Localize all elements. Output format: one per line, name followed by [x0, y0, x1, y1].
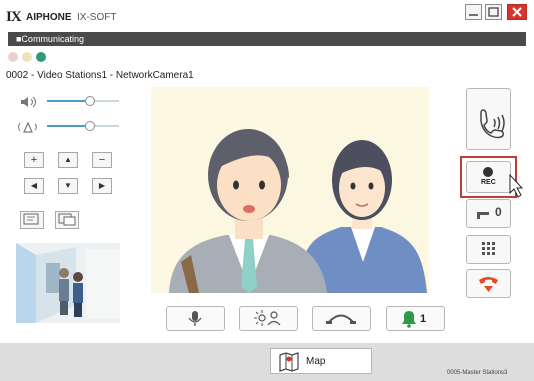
brand-name: AIPHONE — [26, 12, 72, 23]
snapshot-thumbnail[interactable] — [16, 243, 120, 323]
tilt-up-button[interactable]: ▲ — [58, 152, 78, 168]
close-button[interactable] — [507, 4, 527, 20]
door-release-label: 0 — [495, 205, 502, 219]
speaker-volume-icon — [20, 95, 40, 113]
map-label: Map — [306, 356, 326, 367]
minimize-icon — [469, 14, 478, 16]
status-indicator-2 — [22, 52, 32, 62]
video-feed[interactable] — [151, 87, 429, 293]
map-icon — [279, 352, 299, 372]
brightness-icon — [254, 310, 281, 326]
bell-count: 1 — [420, 313, 427, 325]
status-indicator-active — [36, 52, 46, 62]
snapshot-button[interactable] — [20, 211, 44, 229]
transfer-icon — [326, 314, 356, 324]
microphone-volume-fill — [47, 125, 89, 127]
bell-icon — [402, 311, 416, 328]
keypad-icon — [482, 242, 495, 255]
status-bar: ■Communicating — [8, 32, 526, 46]
microphone-volume-icon — [16, 120, 40, 138]
record-icon — [483, 167, 493, 177]
pan-right-button[interactable]: ▶ — [92, 178, 112, 194]
hangup-button[interactable] — [466, 269, 511, 298]
snapshot-list-icon — [58, 213, 76, 226]
status-indicator-1 — [8, 52, 18, 62]
tilt-down-button[interactable]: ▼ — [58, 178, 78, 194]
app-title: IX-SOFT — [77, 12, 117, 23]
snapshot-list-button[interactable] — [55, 211, 79, 229]
maximize-icon — [488, 7, 499, 17]
speaker-volume-slider[interactable] — [85, 96, 95, 106]
microphone-icon — [188, 311, 202, 326]
transfer-button[interactable] — [312, 306, 371, 331]
station-title: 0002 - Video Stations1 - NetworkCamera1 — [6, 70, 194, 81]
current-station-label: 0005-Master Stations3 — [447, 370, 508, 376]
bell-button[interactable] — [386, 306, 445, 331]
keypad-button[interactable] — [466, 235, 511, 264]
door-release-button[interactable] — [466, 199, 511, 228]
aiphone-logo-mark: IX — [6, 9, 22, 25]
microphone-volume-slider[interactable] — [85, 121, 95, 131]
maximize-button[interactable] — [485, 4, 502, 20]
record-button[interactable] — [466, 161, 511, 193]
thumbnail-illustration — [16, 243, 120, 323]
zoom-in-button[interactable]: + — [24, 152, 44, 168]
snapshot-icon — [23, 213, 39, 225]
call-button[interactable] — [466, 88, 511, 150]
speaker-volume-fill — [47, 100, 89, 102]
zoom-out-button[interactable]: − — [92, 152, 112, 168]
close-icon — [512, 7, 522, 17]
brightness-button[interactable] — [239, 306, 298, 331]
video-illustration — [151, 87, 429, 293]
mute-microphone-button[interactable] — [166, 306, 225, 331]
hangup-icon — [479, 277, 498, 292]
call-icon — [480, 109, 505, 139]
door-key-icon — [477, 212, 489, 219]
minimize-button[interactable] — [465, 4, 482, 20]
pan-left-button[interactable]: ◀ — [24, 178, 44, 194]
record-label: REC — [481, 179, 496, 186]
